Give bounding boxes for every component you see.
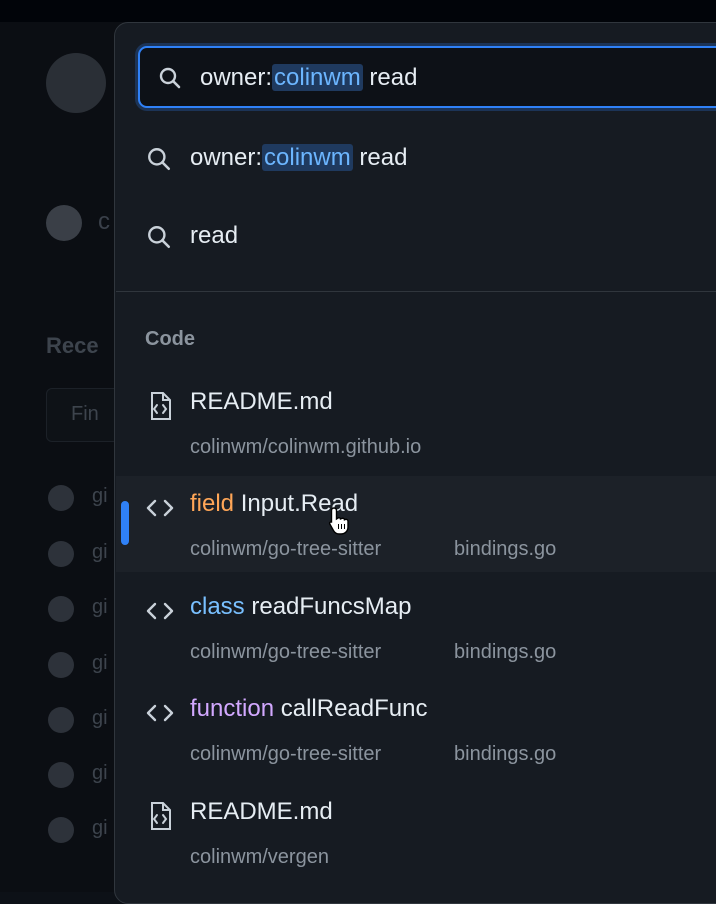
suggestion-owner-read[interactable]: owner:colinwm read <box>140 134 716 186</box>
code-icon <box>144 595 176 632</box>
result-kind: function <box>190 695 275 722</box>
repo-avatar-icon <box>48 485 74 511</box>
file-code-icon <box>144 390 176 427</box>
repo-avatar-icon <box>48 762 74 788</box>
code-result-item[interactable]: class readFuncsMap colinwm/go-tree-sitte… <box>116 579 716 675</box>
result-repo: colinwm/go-tree-sitter <box>190 538 382 560</box>
suggestion-term: read <box>359 144 408 171</box>
background-repo-label: gi <box>92 596 108 618</box>
code-section-title: Code <box>145 328 195 350</box>
github-logo-icon <box>46 53 106 113</box>
result-repo: colinwm/go-tree-sitter <box>190 641 382 663</box>
active-item-marker <box>121 501 129 545</box>
code-result-item-active[interactable]: field Input.Read colinwm/go-tree-sitter … <box>116 476 716 572</box>
query-qualifier: owner: <box>200 64 273 91</box>
result-title: class readFuncsMap <box>190 593 411 621</box>
code-icon <box>144 697 176 734</box>
result-file: bindings.go <box>454 641 557 663</box>
repo-avatar-icon <box>48 596 74 622</box>
background-repo-label: gi <box>92 652 108 674</box>
result-name: README.md <box>190 388 333 415</box>
search-icon <box>158 66 182 95</box>
result-repo: colinwm/vergen <box>190 846 329 868</box>
file-code-icon <box>144 800 176 837</box>
background-recent-heading: Rece <box>46 333 99 358</box>
suggestion-label: owner:colinwm read <box>190 144 407 172</box>
result-file: bindings.go <box>454 538 557 560</box>
background-repo-label: gi <box>92 485 108 507</box>
query-term: read <box>369 64 418 91</box>
result-kind: class <box>190 593 245 620</box>
query-owner-highlight: colinwm <box>272 64 363 91</box>
code-result-item[interactable]: function callReadFunc colinwm/go-tree-si… <box>116 681 716 777</box>
result-name: README.md <box>190 798 333 825</box>
code-result-item[interactable]: README.md colinwm/colinwm.github.io <box>116 374 716 470</box>
repo-avatar-icon <box>48 652 74 678</box>
search-icon <box>146 146 172 177</box>
search-input[interactable]: owner:colinwm read <box>138 46 716 108</box>
suggestion-label: read <box>190 222 239 249</box>
result-title: function callReadFunc <box>190 695 427 723</box>
background-repo-label: gi <box>92 817 108 839</box>
suggestion-read[interactable]: read <box>140 212 716 264</box>
result-repo: colinwm/colinwm.github.io <box>190 436 422 458</box>
repo-avatar-icon <box>48 817 74 843</box>
hand-pointer-cursor-icon <box>328 506 350 541</box>
background-username: c <box>98 208 110 235</box>
search-query[interactable]: owner:colinwm read <box>200 64 417 92</box>
top-bar <box>0 0 716 22</box>
background-repo-label: gi <box>92 707 108 729</box>
repo-avatar-icon <box>48 707 74 733</box>
result-name: callReadFunc <box>280 695 428 722</box>
code-result-item[interactable]: README.md colinwm/vergen <box>116 784 716 880</box>
suggestion-qualifier: owner: <box>190 144 263 171</box>
avatar <box>46 205 82 241</box>
result-name: readFuncsMap <box>251 593 412 620</box>
result-file: bindings.go <box>454 743 557 765</box>
search-icon <box>146 224 172 255</box>
result-repo: colinwm/go-tree-sitter <box>190 743 382 765</box>
suggestion-owner-highlight: colinwm <box>262 144 353 171</box>
code-icon <box>144 492 176 529</box>
result-kind: field <box>190 490 235 517</box>
background-repo-label: gi <box>92 541 108 563</box>
background-find-label: Fin <box>71 403 99 425</box>
repo-avatar-icon <box>48 541 74 567</box>
background-repo-label: gi <box>92 762 108 784</box>
divider <box>116 291 716 292</box>
